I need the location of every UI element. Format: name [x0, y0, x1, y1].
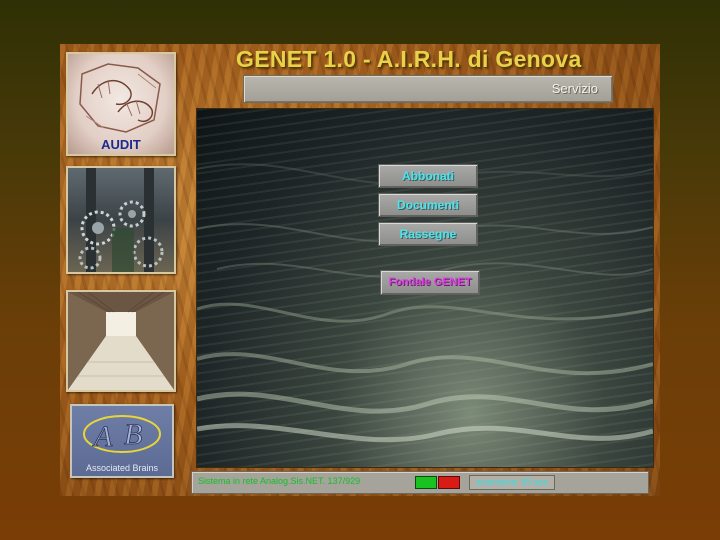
- documenti-button[interactable]: Documenti: [378, 193, 478, 217]
- hallway-icon: [68, 292, 174, 390]
- service-bar: Servizio: [243, 75, 613, 103]
- service-label: Servizio: [551, 81, 598, 96]
- audit-label: AUDIT: [101, 137, 141, 152]
- app-title: GENET 1.0 - A.I.R.H. di Genova: [236, 46, 582, 72]
- svg-text:A: A: [92, 420, 113, 453]
- clockwork-tile[interactable]: [66, 166, 176, 274]
- gears-icon: [78, 168, 164, 272]
- svg-text:B: B: [124, 418, 142, 451]
- fondale-genet-button[interactable]: Fondale GENET: [380, 270, 480, 295]
- status-bar: Sistema in rete Analog.Sis.NET. 137/929 …: [191, 471, 649, 494]
- hallway-tile[interactable]: [66, 290, 176, 392]
- scan-interval-label: scansione: 65 sec: [469, 475, 555, 490]
- status-led-green: [415, 476, 437, 489]
- audit-tile[interactable]: AUDIT: [66, 52, 176, 156]
- associated-brains-logo-icon: A B: [83, 415, 161, 453]
- associated-brains-label: Associated Brains: [85, 463, 159, 473]
- abbonati-button[interactable]: Abbonati: [378, 164, 478, 188]
- status-message: Sistema in rete Analog.Sis.NET. 137/929: [198, 476, 361, 486]
- status-led-red: [438, 476, 460, 489]
- rassegne-button[interactable]: Rassegne: [378, 222, 478, 246]
- associated-brains-tile[interactable]: A B Associated Brains: [70, 404, 174, 478]
